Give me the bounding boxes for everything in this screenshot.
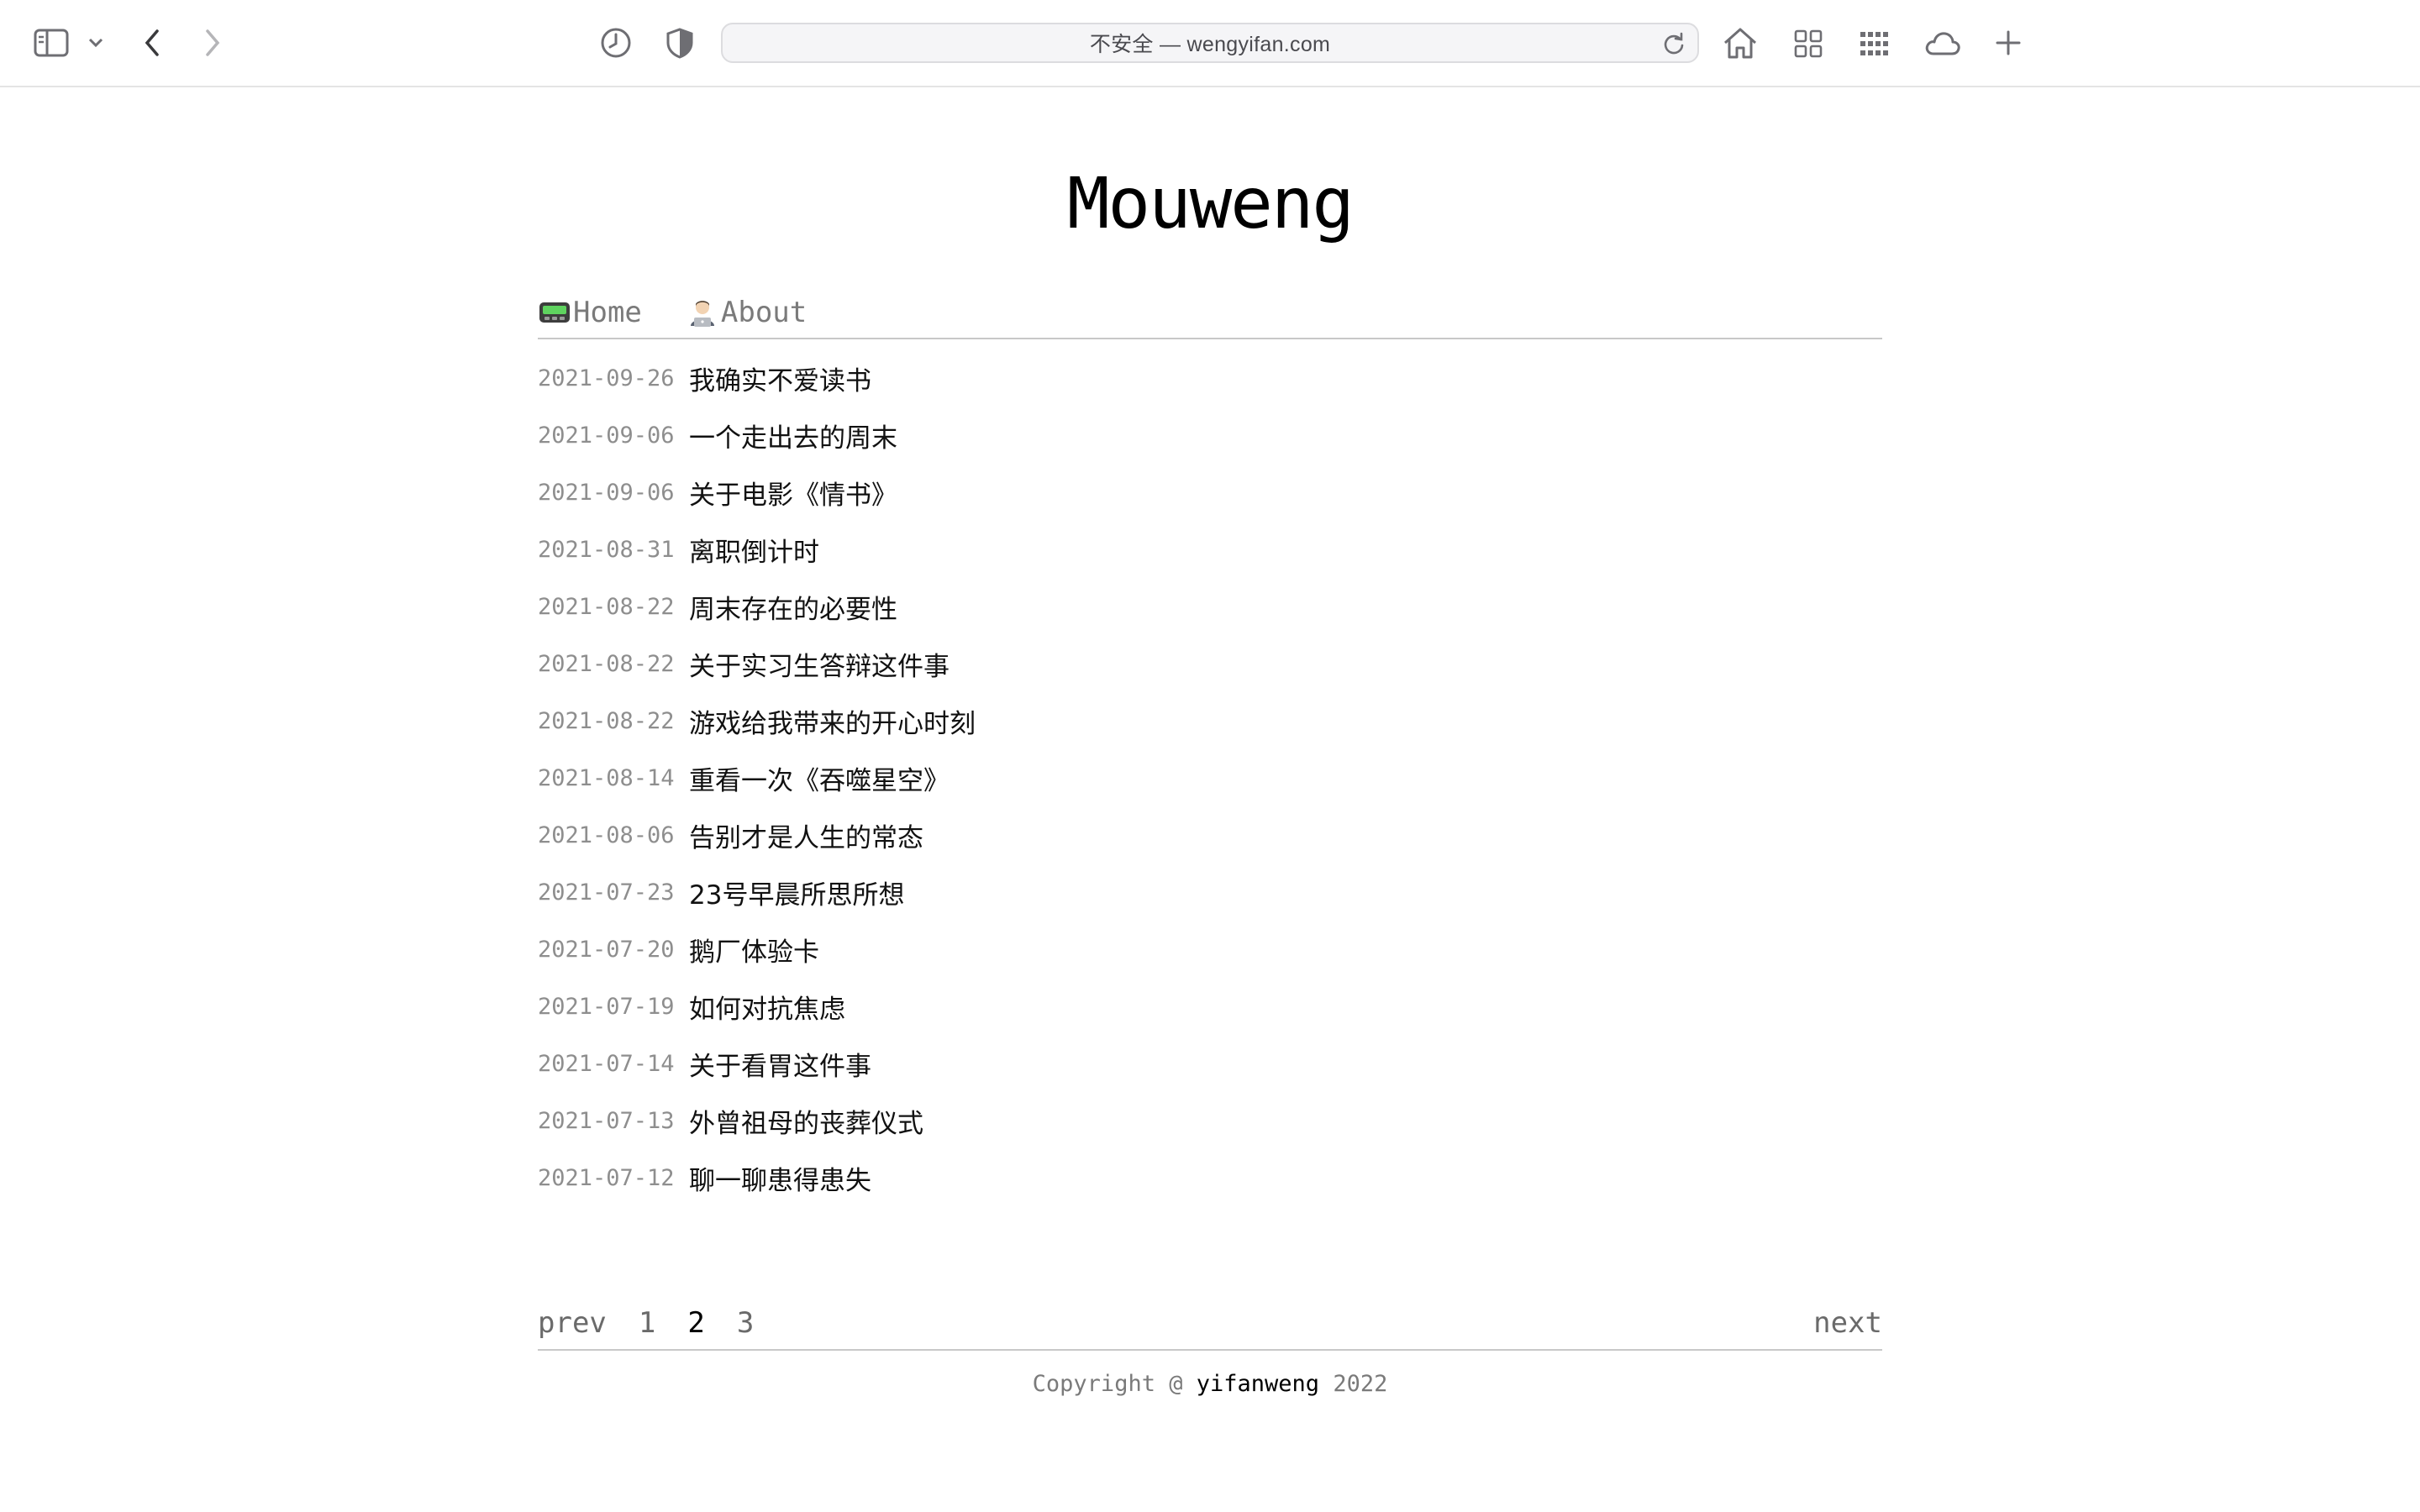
copyright-year: 2022 <box>1333 1371 1388 1397</box>
chevron-left-icon[interactable] <box>138 25 166 60</box>
post-date: 2021-07-14 <box>538 1050 675 1077</box>
page-link-3[interactable]: 3 <box>737 1306 754 1340</box>
chevron-down-icon[interactable] <box>84 32 108 54</box>
post-date: 2021-07-23 <box>538 879 675 906</box>
plus-icon[interactable] <box>1991 25 2025 60</box>
site-title[interactable]: Mouweng <box>538 161 1882 245</box>
post-title-link[interactable]: 鹅厂体验卡 <box>689 931 819 969</box>
post-date: 2021-07-12 <box>538 1164 675 1191</box>
post-date: 2021-08-22 <box>538 707 675 734</box>
post-item: 2021-09-26 我确实不爱读书 <box>538 349 1882 407</box>
author-link[interactable]: yifanweng <box>1197 1371 1319 1397</box>
post-title-link[interactable]: 关于电影《情书》 <box>689 474 897 512</box>
nav-home-label: Home <box>573 296 642 329</box>
pager-icon <box>538 297 571 328</box>
pagination: prev 1 2 3 next <box>538 1297 1882 1351</box>
half-shield-icon[interactable] <box>662 25 697 60</box>
post-title-link[interactable]: 告别才是人生的常态 <box>689 816 923 854</box>
nav-about[interactable]: About <box>686 296 807 329</box>
post-item: 2021-07-12 聊一聊患得患失 <box>538 1149 1882 1206</box>
site-nav: Home About <box>538 287 1882 339</box>
post-date: 2021-09-06 <box>538 479 675 506</box>
dots-grid-icon[interactable] <box>1857 27 1891 60</box>
footer: Copyright @ yifanweng 2022 <box>538 1371 1882 1397</box>
chevron-right-icon[interactable] <box>198 25 227 60</box>
post-item: 2021-07-20 鹅厂体验卡 <box>538 921 1882 978</box>
post-title-link[interactable]: 关于看胃这件事 <box>689 1045 871 1083</box>
post-item: 2021-08-06 告别才是人生的常态 <box>538 806 1882 864</box>
address-bar[interactable]: 不安全 — wengyifan.com <box>721 23 1699 63</box>
post-date: 2021-07-20 <box>538 936 675 963</box>
page-link-2-current[interactable]: 2 <box>687 1306 704 1340</box>
post-item: 2021-08-22 关于实习生答辩这件事 <box>538 635 1882 692</box>
post-item: 2021-07-23 23号早晨所思所想 <box>538 864 1882 921</box>
nav-home[interactable]: Home <box>538 296 642 329</box>
cloud-icon[interactable] <box>1923 27 1963 60</box>
clock-icon[interactable] <box>598 25 634 60</box>
post-item: 2021-08-31 离职倒计时 <box>538 521 1882 578</box>
post-item: 2021-07-14 关于看胃这件事 <box>538 1035 1882 1092</box>
post-date: 2021-07-19 <box>538 993 675 1020</box>
browser-toolbar: 不安全 — wengyifan.com <box>0 0 2420 87</box>
post-item: 2021-09-06 关于电影《情书》 <box>538 464 1882 521</box>
post-list: 2021-09-26 我确实不爱读书 2021-09-06 一个走出去的周末 202… <box>538 349 1882 1206</box>
post-title-link[interactable]: 23号早晨所思所想 <box>689 874 904 911</box>
post-title-link[interactable]: 关于实习生答辩这件事 <box>689 645 950 683</box>
post-item: 2021-07-19 如何对抗焦虑 <box>538 978 1882 1035</box>
post-date: 2021-09-26 <box>538 365 675 391</box>
post-title-link[interactable]: 外曾祖母的丧葬仪式 <box>689 1102 923 1140</box>
post-date: 2021-08-06 <box>538 822 675 848</box>
post-title-link[interactable]: 周末存在的必要性 <box>689 588 897 626</box>
post-title-link[interactable]: 聊一聊患得患失 <box>689 1159 871 1197</box>
post-item: 2021-08-22 游戏给我带来的开心时刻 <box>538 692 1882 749</box>
post-date: 2021-08-22 <box>538 650 675 677</box>
prev-page-link[interactable]: prev <box>538 1306 607 1340</box>
post-item: 2021-08-14 重看一次《吞噬星空》 <box>538 749 1882 806</box>
technologist-icon <box>686 297 719 328</box>
post-date: 2021-08-22 <box>538 593 675 620</box>
page-link-1[interactable]: 1 <box>639 1306 655 1340</box>
post-title-link[interactable]: 重看一次《吞噬星空》 <box>689 759 950 797</box>
post-date: 2021-07-13 <box>538 1107 675 1134</box>
post-title-link[interactable]: 我确实不爱读书 <box>689 360 871 397</box>
post-item: 2021-08-22 周末存在的必要性 <box>538 578 1882 635</box>
post-title-link[interactable]: 离职倒计时 <box>689 531 819 569</box>
post-date: 2021-08-14 <box>538 764 675 791</box>
post-date: 2021-09-06 <box>538 422 675 449</box>
home-icon[interactable] <box>1721 24 1760 62</box>
post-item: 2021-09-06 一个走出去的周末 <box>538 407 1882 464</box>
address-text: 不安全 — wengyifan.com <box>1089 33 1331 56</box>
sidebar-icon[interactable] <box>32 25 71 60</box>
post-title-link[interactable]: 一个走出去的周末 <box>689 417 897 454</box>
next-page-link[interactable]: next <box>1813 1306 1882 1340</box>
post-date: 2021-08-31 <box>538 536 675 563</box>
copyright-prefix: Copyright @ <box>1032 1371 1183 1397</box>
nav-about-label: About <box>720 296 808 329</box>
grid-icon[interactable] <box>1791 27 1825 60</box>
post-item: 2021-07-13 外曾祖母的丧葬仪式 <box>538 1092 1882 1149</box>
post-title-link[interactable]: 如何对抗焦虑 <box>689 988 845 1026</box>
post-title-link[interactable]: 游戏给我带来的开心时刻 <box>689 702 976 740</box>
reload-icon[interactable] <box>1662 32 1686 59</box>
